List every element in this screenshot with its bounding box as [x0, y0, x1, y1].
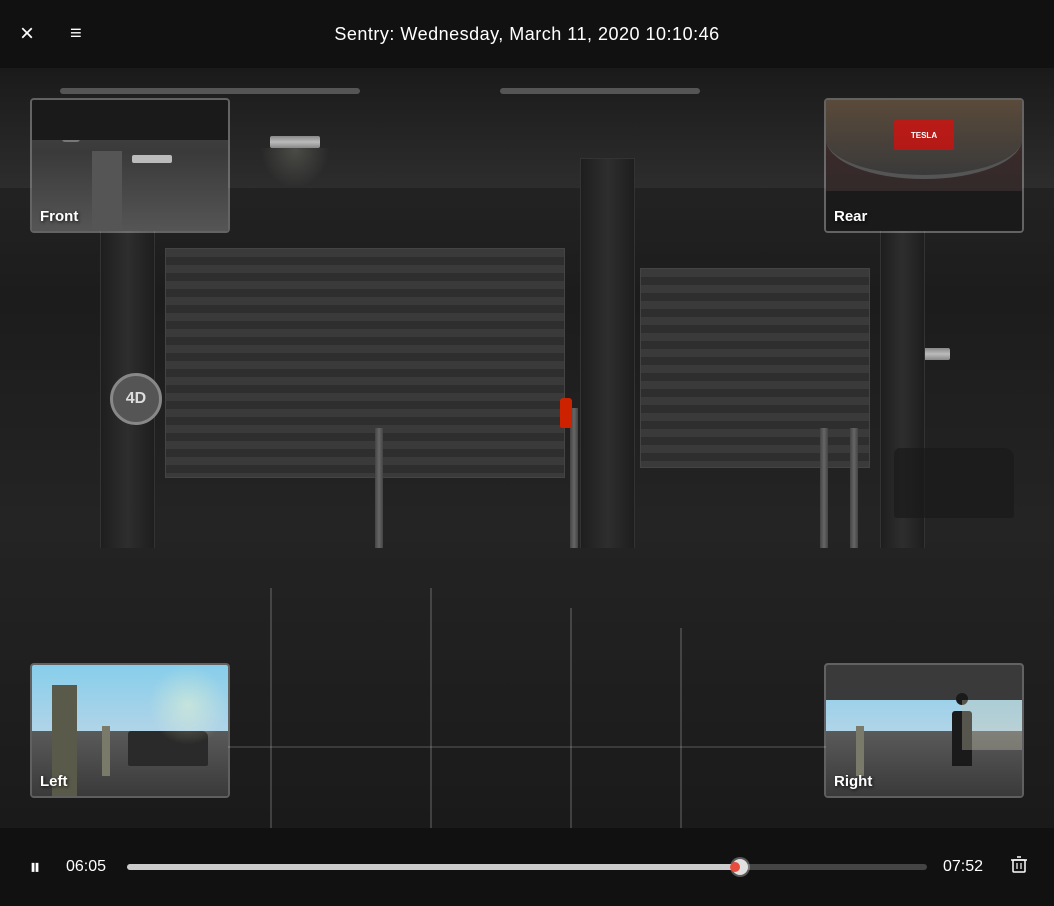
light-fixture-1	[270, 136, 320, 148]
parking-line-3	[570, 608, 572, 828]
rear-camera-thumb[interactable]: TESLA Rear	[824, 98, 1024, 233]
vehicle-silhouette	[894, 448, 1014, 518]
garage-scene: 4D	[0, 68, 1054, 828]
shutter-center	[165, 248, 565, 478]
topbar: × ≡ Sentry: Wednesday, March 11, 2020 10…	[0, 0, 1054, 68]
close-button[interactable]: ×	[20, 22, 34, 46]
bright-area	[962, 700, 1022, 750]
sunlight	[148, 665, 228, 745]
fire-extinguisher	[560, 398, 572, 428]
floor-line-h	[200, 746, 854, 748]
total-time: 07:52	[943, 858, 988, 876]
parking-line-2	[430, 588, 432, 828]
progress-fill	[127, 864, 743, 870]
menu-button[interactable]: ≡	[70, 23, 82, 46]
light	[132, 155, 172, 163]
charger-right	[856, 726, 864, 776]
main-video-area: 4D	[0, 68, 1054, 828]
light-cone	[260, 148, 330, 188]
structure-top	[826, 665, 1022, 700]
parking-line-1	[270, 588, 272, 828]
shutter-right	[640, 268, 870, 468]
left-label: Left	[40, 773, 68, 790]
progress-thumb	[732, 859, 748, 875]
ceiling-pipe	[60, 88, 360, 94]
controls-bar: ⏸ 06:05 07:52	[0, 828, 1054, 906]
front-camera-thumb[interactable]: Front	[30, 98, 230, 233]
ceiling	[32, 100, 228, 140]
ceiling-pipe-2	[500, 88, 700, 94]
current-time: 06:05	[66, 858, 111, 876]
tesla-logo: TESLA	[894, 120, 954, 150]
delete-button[interactable]	[1004, 853, 1034, 881]
left-camera-thumb[interactable]: Left	[30, 663, 230, 798]
right-label: Right	[834, 773, 872, 790]
right-camera-thumb[interactable]: Right	[824, 663, 1024, 798]
front-label: Front	[40, 208, 78, 225]
video-title: Sentry: Wednesday, March 11, 2020 10:10:…	[334, 24, 719, 45]
trash-icon	[1008, 853, 1030, 875]
charger	[102, 726, 110, 776]
parking-line-4	[680, 628, 682, 828]
parking-sign: 4D	[110, 373, 162, 425]
progress-dot	[730, 862, 740, 872]
column	[92, 151, 122, 231]
rear-label: Rear	[834, 208, 867, 225]
progress-bar[interactable]	[127, 864, 927, 870]
pause-button[interactable]: ⏸	[20, 854, 50, 880]
